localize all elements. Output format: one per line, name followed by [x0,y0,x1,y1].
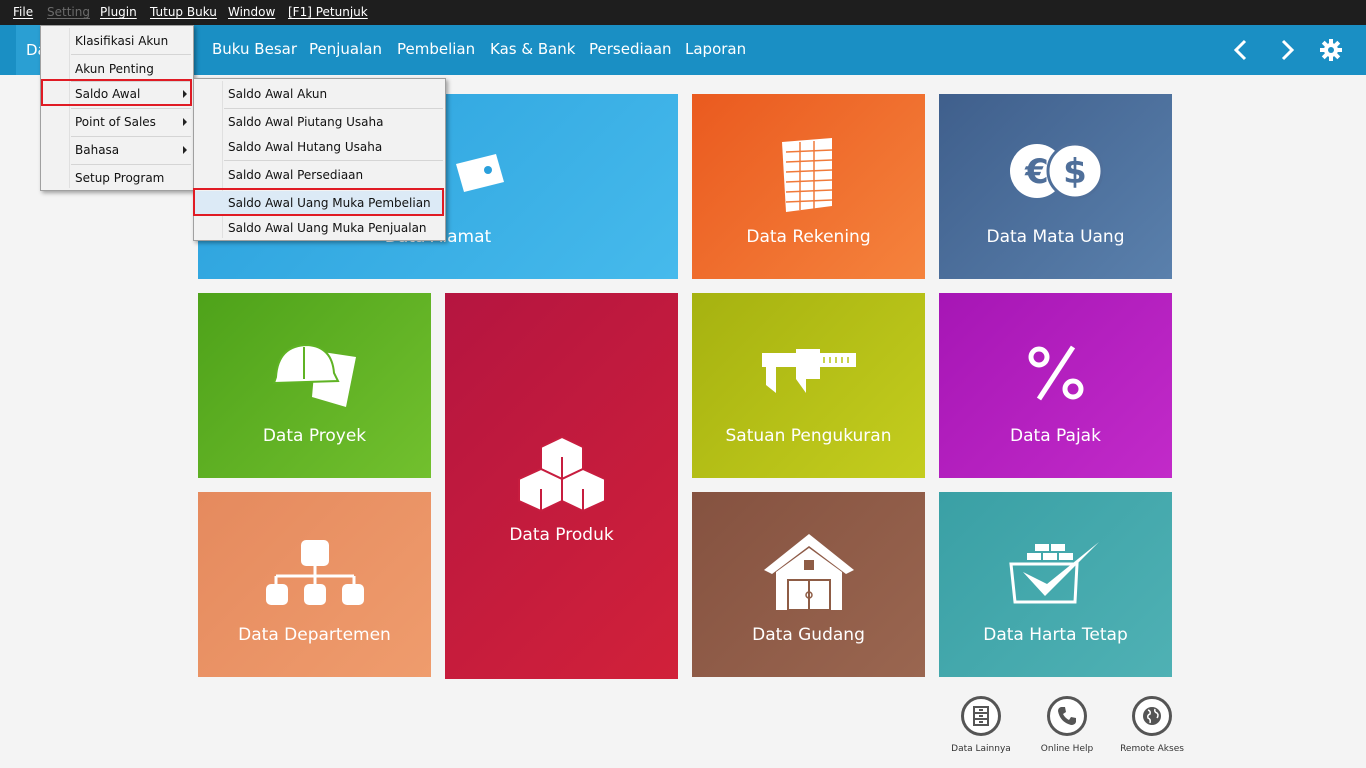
boxes-icon [518,435,606,513]
ledger-sheet-icon [782,138,833,212]
nav-tab-persediaan[interactable]: Persediaan [589,40,672,58]
nav-tab-laporan[interactable]: Laporan [685,40,746,58]
menu-setting[interactable]: Setting [47,5,90,19]
remote-akses-label: Remote Akses [1120,744,1184,754]
svg-text:$: $ [1063,152,1087,192]
tile-label: Data Gudang [752,625,865,645]
org-chart-icon [266,540,364,605]
contact-card-icon [456,154,504,192]
remote-akses-button[interactable]: Remote Akses [1112,696,1192,758]
menu-item-saldo-awal-piutang-usaha[interactable]: Saldo Awal Piutang Usaha [194,110,445,134]
menu-window[interactable]: Window [228,5,275,19]
highlight-saldo-awal [41,79,192,106]
menu-separator [224,108,443,109]
menu-separator [71,108,191,109]
menu-plugin[interactable]: Plugin [100,5,137,19]
tile-data-proyek[interactable]: Data Proyek [198,293,431,478]
currency-coins-icon: € $ [1010,142,1103,200]
tile-label: Data Harta Tetap [983,625,1128,645]
submenu-arrow-icon [183,146,187,154]
menu-item-saldo-awal-persediaan[interactable]: Saldo Awal Persediaan [194,163,445,187]
highlight-uang-muka-pembelian [193,188,444,216]
gear-icon[interactable] [1318,37,1344,63]
data-lainnya-label: Data Lainnya [951,744,1011,754]
menu-separator [71,54,191,55]
tile-data-harta-tetap[interactable]: Data Harta Tetap [939,492,1172,677]
cabinet-icon [973,706,989,726]
nav-tab-penjualan[interactable]: Penjualan [309,40,382,58]
tile-data-produk[interactable]: Data Produk [445,293,678,679]
main-navbar: Data Buku Besar Penjualan Pembelian Kas … [0,25,1366,75]
tile-data-rekening[interactable]: Data Rekening [692,94,925,279]
nav-tab-buku-besar[interactable]: Buku Besar [212,40,297,58]
menu-separator [224,160,443,161]
phone-icon-circle [1047,696,1087,736]
cabinet-icon-circle [961,696,1001,736]
tile-data-pajak[interactable]: Data Pajak [939,293,1172,478]
tile-label: Satuan Pengukuran [725,426,892,446]
menu-separator [71,164,191,165]
menu-bar: File Setting Plugin Tutup Buku Window [F… [0,0,1366,25]
tile-data-gudang[interactable]: Data Gudang [692,492,925,677]
menu-item-saldo-awal-uang-muka-penjualan[interactable]: Saldo Awal Uang Muka Penjualan [194,216,445,240]
globe-icon [1143,707,1161,725]
tile-label: Data Mata Uang [986,227,1125,247]
menu-separator [71,136,191,137]
menu-item-akun-penting[interactable]: Akun Penting [41,57,193,81]
phone-icon [1058,707,1076,725]
menu-item-saldo-awal-akun[interactable]: Saldo Awal Akun [194,82,445,106]
caliper-icon [762,349,856,393]
tile-satuan-pengukuran[interactable]: Satuan Pengukuran [692,293,925,478]
chevron-left-icon[interactable] [1228,37,1254,63]
tile-label: Data Rekening [746,227,871,247]
nav-tab-data[interactable]: Data [16,25,42,75]
menu-item-label: Bahasa [75,143,120,157]
tile-data-departemen[interactable]: Data Departemen [198,492,431,677]
online-help-label: Online Help [1040,744,1094,754]
tile-label: Data Departemen [238,625,391,645]
saldo-awal-submenu: Saldo Awal Akun Saldo Awal Piutang Usaha… [193,78,446,241]
nav-tab-kas-bank[interactable]: Kas & Bank [490,40,576,58]
chevron-right-icon[interactable] [1274,37,1300,63]
tile-label: Data Produk [509,525,614,545]
menu-item-klasifikasi-akun[interactable]: Klasifikasi Akun [41,29,193,53]
menu-item-label: Point of Sales [75,115,156,129]
tile-label: Data Proyek [262,426,367,446]
nav-tab-pembelian[interactable]: Pembelian [397,40,475,58]
checked-box-icon [1009,542,1099,604]
warehouse-icon [764,534,854,610]
menu-item-point-of-sales[interactable]: Point of Sales [41,110,193,134]
hardhat-icon [272,343,356,407]
data-lainnya-button[interactable]: Data Lainnya [941,696,1021,758]
menu-item-setup-program[interactable]: Setup Program [41,166,193,190]
percent-icon [1028,345,1084,401]
menu-item-bahasa[interactable]: Bahasa [41,138,193,162]
submenu-arrow-icon [183,118,187,126]
menu-petunjuk[interactable]: [F1] Petunjuk [288,5,368,19]
tile-label: Data Pajak [1010,426,1101,446]
online-help-button[interactable]: Online Help [1027,696,1107,758]
tile-data-mata-uang[interactable]: € $ Data Mata Uang [939,94,1172,279]
svg-text:€: € [1024,152,1049,192]
menu-file[interactable]: File [13,5,33,19]
setting-dropdown-menu: Klasifikasi Akun Akun Penting Saldo Awal… [40,25,194,191]
globe-icon-circle [1132,696,1172,736]
menu-item-saldo-awal-hutang-usaha[interactable]: Saldo Awal Hutang Usaha [194,135,445,159]
menu-tutup-buku[interactable]: Tutup Buku [150,5,217,19]
